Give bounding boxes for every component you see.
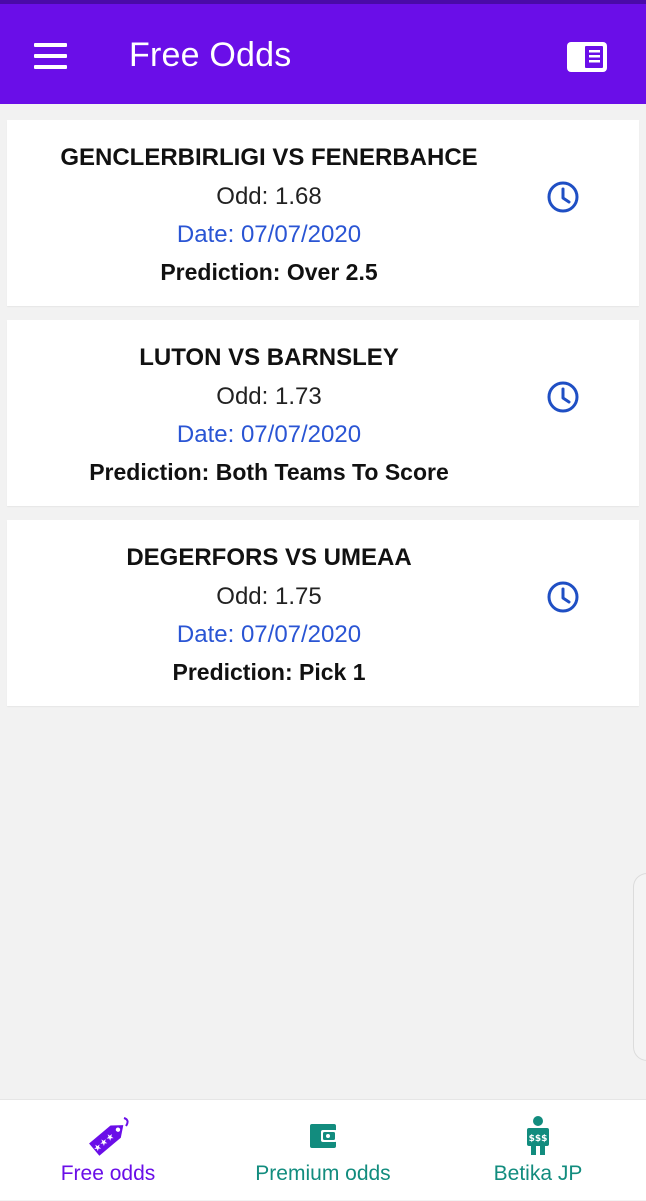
odd-value: Odd: 1.73 (216, 383, 322, 410)
match-title: DEGERFORS VS UMEAA (126, 544, 412, 571)
match-date: Date: 07/07/2020 (176, 221, 362, 248)
prediction-text: Prediction: Pick 1 (172, 659, 366, 685)
nav-betika-jp[interactable]: $$$ Betika JP (430, 1100, 646, 1201)
reader-mode-icon (567, 42, 607, 72)
nav-label: Betika JP (493, 1162, 583, 1185)
nav-premium-odds[interactable]: Premium odds (216, 1100, 430, 1201)
app-bar: Free Odds (0, 0, 646, 104)
clock-icon[interactable] (546, 380, 580, 414)
match-title: LUTON VS BARNSLEY (139, 344, 399, 371)
app-title: Free Odds (129, 36, 292, 74)
prediction-text: Prediction: Over 2.5 (160, 259, 378, 285)
money-person-icon: $$$ (527, 1116, 549, 1155)
clock-icon[interactable] (546, 180, 580, 214)
match-date: Date: 07/07/2020 (176, 621, 362, 648)
wallet-icon (310, 1124, 337, 1148)
menu-button[interactable] (24, 34, 76, 78)
nav-free-odds[interactable]: ★★★ Free odds (0, 1100, 216, 1201)
odd-value: Odd: 1.75 (216, 583, 322, 610)
nav-label: Free odds (60, 1162, 156, 1185)
prediction-card[interactable]: GENCLERBIRLIGI VS FENERBAHCE Odd: 1.68 D… (7, 120, 639, 306)
match-date: Date: 07/07/2020 (176, 421, 362, 448)
svg-text:$$$: $$$ (529, 1134, 548, 1144)
odd-value: Odd: 1.68 (216, 183, 322, 210)
prediction-card[interactable]: DEGERFORS VS UMEAA Odd: 1.75 Date: 07/07… (7, 520, 639, 706)
bottom-navigation: ★★★ Free odds Premium odds $$$ Betika JP (0, 1099, 646, 1200)
ticket-tag-icon: ★★★ (89, 1117, 129, 1156)
reader-mode-button[interactable] (559, 34, 615, 80)
nav-label: Premium odds (255, 1162, 391, 1185)
clock-icon[interactable] (546, 580, 580, 614)
edge-panel-handle[interactable] (633, 873, 646, 1061)
prediction-card[interactable]: LUTON VS BARNSLEY Odd: 1.73 Date: 07/07/… (7, 320, 639, 506)
match-title: GENCLERBIRLIGI VS FENERBAHCE (60, 144, 478, 171)
prediction-text: Prediction: Both Teams To Score (89, 459, 449, 485)
